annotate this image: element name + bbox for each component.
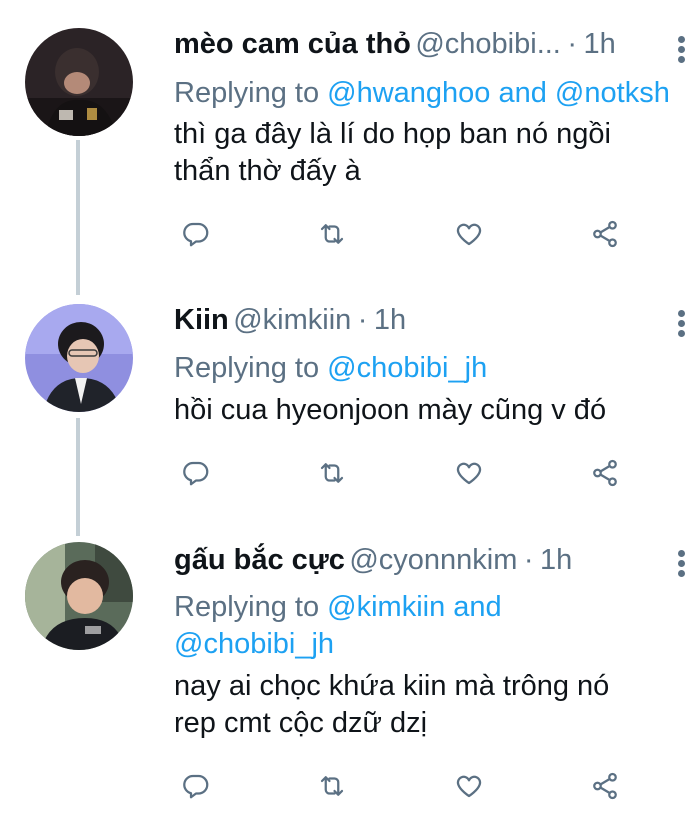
reply-mentions[interactable]: @chobibi_jh bbox=[327, 352, 487, 384]
timestamp[interactable]: 1h bbox=[374, 304, 406, 336]
reply-mentions[interactable]: @chobibi_jh bbox=[174, 626, 690, 663]
tweet-text: thì ga đây là lí do họp ban nó ngồi thẩn… bbox=[174, 116, 680, 190]
replying-label: Replying to bbox=[174, 591, 328, 623]
thread-line bbox=[76, 140, 80, 295]
avatar[interactable] bbox=[25, 542, 133, 650]
tweet-text-line: rep cmt cộc dzữ dzị bbox=[174, 707, 428, 739]
more-vertical-icon[interactable] bbox=[676, 550, 686, 580]
retweet-icon[interactable] bbox=[312, 453, 352, 493]
reply-mentions[interactable]: @kimkiin and bbox=[327, 591, 502, 623]
reply-mentions[interactable]: @hwanghoo and @notksh bbox=[327, 77, 670, 109]
display-name[interactable]: Kiin bbox=[174, 304, 229, 336]
reply-icon[interactable] bbox=[176, 453, 216, 493]
share-icon[interactable] bbox=[585, 214, 625, 254]
retweet-icon[interactable] bbox=[312, 766, 352, 806]
action-bar bbox=[174, 766, 634, 806]
replying-label: Replying to bbox=[174, 77, 328, 109]
thread-line bbox=[76, 418, 80, 536]
tweet-header: mèo cam của thỏ @chobibi... · 1h bbox=[174, 28, 700, 72]
replying-to: Replying to @chobibi_jh bbox=[174, 350, 690, 387]
share-icon[interactable] bbox=[585, 453, 625, 493]
tweet-text-line: nay ai chọc khứa kiin mà trông nó bbox=[174, 670, 610, 702]
heart-icon[interactable] bbox=[449, 766, 489, 806]
tweet-header: gấu bắc cực @cyonnnkim · 1h bbox=[174, 544, 700, 588]
user-handle[interactable]: @chobibi... bbox=[415, 28, 561, 60]
separator-dot: · bbox=[567, 28, 577, 60]
separator-dot: · bbox=[357, 304, 368, 336]
avatar[interactable] bbox=[25, 28, 133, 136]
reply-icon[interactable] bbox=[176, 214, 216, 254]
reply-icon[interactable] bbox=[176, 766, 216, 806]
share-icon[interactable] bbox=[585, 766, 625, 806]
display-name[interactable]: gấu bắc cực bbox=[174, 544, 345, 576]
heart-icon[interactable] bbox=[449, 214, 489, 254]
avatar[interactable] bbox=[25, 304, 133, 412]
tweet-text-line: hồi cua hyeonjoon mày cũng v đó bbox=[174, 394, 607, 426]
tweet-text: nay ai chọc khứa kiin mà trông nó rep cm… bbox=[174, 668, 680, 742]
timestamp[interactable]: 1h bbox=[540, 544, 572, 576]
more-vertical-icon[interactable] bbox=[676, 36, 686, 66]
tweet-header: Kiin @kimkiin · 1h bbox=[174, 304, 700, 348]
replying-to: Replying to @kimkiin and @chobibi_jh bbox=[174, 589, 690, 663]
user-handle[interactable]: @cyonnnkim bbox=[349, 544, 517, 576]
display-name[interactable]: mèo cam của thỏ bbox=[174, 28, 411, 60]
tweet-text-line: thẩn thờ đấy à bbox=[174, 155, 361, 187]
more-vertical-icon[interactable] bbox=[676, 310, 686, 340]
timestamp[interactable]: 1h bbox=[583, 28, 615, 60]
action-bar bbox=[174, 214, 634, 254]
replying-to: Replying to @hwanghoo and @notksh bbox=[174, 75, 690, 112]
heart-icon[interactable] bbox=[449, 453, 489, 493]
action-bar bbox=[174, 453, 634, 493]
retweet-icon[interactable] bbox=[312, 214, 352, 254]
user-handle[interactable]: @kimkiin bbox=[233, 304, 351, 336]
separator-dot: · bbox=[523, 544, 534, 576]
tweet-text: hồi cua hyeonjoon mày cũng v đó bbox=[174, 392, 680, 429]
replying-label: Replying to bbox=[174, 352, 328, 384]
tweet-text-line: thì ga đây là lí do họp ban nó ngồi bbox=[174, 118, 611, 150]
